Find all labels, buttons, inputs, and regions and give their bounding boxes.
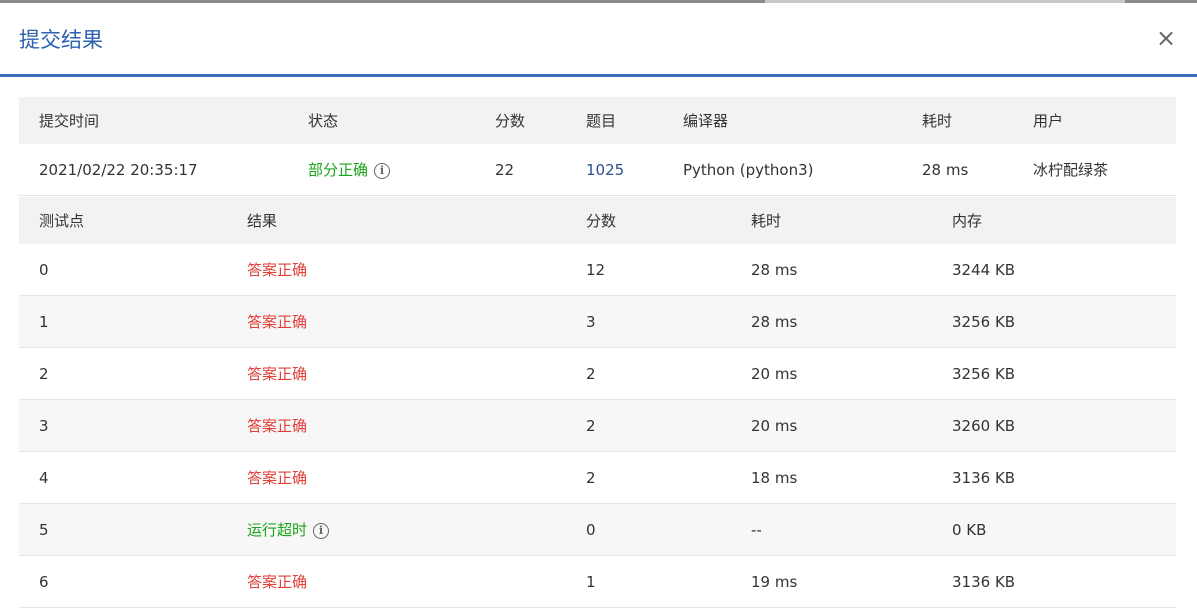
case-result: 运行超时 i [227, 503, 566, 556]
summary-row: 2021/02/22 20:35:17 部分正确 i 22 1025 Python… [19, 144, 1176, 196]
col-submit-time: 提交时间 [19, 97, 288, 144]
case-id: 2 [19, 347, 227, 400]
case-score: 2 [566, 347, 731, 400]
case-result: 答案正确 [227, 295, 566, 348]
case-memory: 3244 KB [932, 244, 1176, 296]
case-score: 3 [566, 295, 731, 348]
case-memory: 3136 KB [932, 555, 1176, 608]
result-text: 答案正确 [247, 313, 308, 331]
case-time: 20 ms [731, 347, 932, 400]
col-problem: 题目 [566, 97, 663, 144]
summary-header-row: 提交时间 状态 分数 题目 编译器 耗时 用户 [19, 97, 1176, 144]
col-memory: 内存 [932, 197, 1176, 244]
case-result: 答案正确 [227, 451, 566, 504]
case-time: -- [731, 503, 932, 556]
case-result: 答案正确 [227, 347, 566, 400]
case-memory: 0 KB [932, 503, 1176, 556]
case-score: 1 [566, 555, 731, 608]
col-elapsed: 耗时 [902, 97, 1013, 144]
table-row: 0 答案正确 12 28 ms 3244 KB [19, 244, 1176, 296]
case-memory: 3136 KB [932, 451, 1176, 504]
case-id: 3 [19, 399, 227, 452]
dialog-title: 提交结果 [19, 28, 103, 52]
elapsed: 28 ms [902, 144, 1013, 196]
table-row: 4 答案正确 2 18 ms 3136 KB [19, 451, 1176, 504]
result-text: 答案正确 [247, 261, 308, 279]
close-icon[interactable]: × [1152, 24, 1180, 52]
col-user: 用户 [1013, 97, 1176, 144]
status-text: 部分正确 [308, 161, 369, 179]
case-time: 28 ms [731, 295, 932, 348]
result-text: 答案正确 [247, 365, 308, 383]
table-row: 1 答案正确 3 28 ms 3256 KB [19, 295, 1176, 348]
case-id: 0 [19, 244, 227, 296]
case-id: 4 [19, 451, 227, 504]
test-cases-table: 测试点 结果 分数 耗时 内存 0 答案正确 12 28 ms 3244 KB … [19, 197, 1176, 608]
status-cell: 部分正确 i [288, 144, 475, 196]
submission-summary-table: 提交时间 状态 分数 题目 编译器 耗时 用户 2021/02/22 20:35… [19, 97, 1176, 196]
col-case-score: 分数 [566, 197, 731, 244]
case-result: 答案正确 [227, 244, 566, 296]
result-text: 运行超时 [247, 521, 308, 539]
case-id: 1 [19, 295, 227, 348]
case-memory: 3256 KB [932, 295, 1176, 348]
user: 冰柠配绿茶 [1013, 144, 1176, 196]
case-score: 2 [566, 451, 731, 504]
case-memory: 3256 KB [932, 347, 1176, 400]
info-icon[interactable]: i [313, 522, 330, 539]
col-score: 分数 [475, 97, 566, 144]
score: 22 [475, 144, 566, 196]
col-compiler: 编译器 [663, 97, 902, 144]
result-text: 答案正确 [247, 573, 308, 591]
col-result: 结果 [227, 197, 566, 244]
case-time: 18 ms [731, 451, 932, 504]
col-case-time: 耗时 [731, 197, 932, 244]
case-result: 答案正确 [227, 555, 566, 608]
problem-cell: 1025 [566, 144, 663, 196]
case-time: 19 ms [731, 555, 932, 608]
table-row: 5 运行超时 i 0 -- 0 KB [19, 503, 1176, 556]
case-score: 2 [566, 399, 731, 452]
submit-time: 2021/02/22 20:35:17 [19, 144, 288, 196]
col-status: 状态 [288, 97, 475, 144]
table-row: 2 答案正确 2 20 ms 3256 KB [19, 347, 1176, 400]
info-icon[interactable]: i [374, 162, 391, 179]
table-row: 6 答案正确 1 19 ms 3136 KB [19, 555, 1176, 608]
case-time: 28 ms [731, 244, 932, 296]
case-memory: 3260 KB [932, 399, 1176, 452]
table-row: 3 答案正确 2 20 ms 3260 KB [19, 399, 1176, 452]
case-id: 5 [19, 503, 227, 556]
problem-link[interactable]: 1025 [586, 161, 624, 179]
case-time: 20 ms [731, 399, 932, 452]
cases-header-row: 测试点 结果 分数 耗时 内存 [19, 197, 1176, 244]
dialog-header: 提交结果 × [0, 3, 1197, 77]
compiler: Python (python3) [663, 144, 902, 196]
case-score: 12 [566, 244, 731, 296]
case-result: 答案正确 [227, 399, 566, 452]
result-text: 答案正确 [247, 469, 308, 487]
case-score: 0 [566, 503, 731, 556]
result-text: 答案正确 [247, 417, 308, 435]
col-case-id: 测试点 [19, 197, 227, 244]
case-id: 6 [19, 555, 227, 608]
